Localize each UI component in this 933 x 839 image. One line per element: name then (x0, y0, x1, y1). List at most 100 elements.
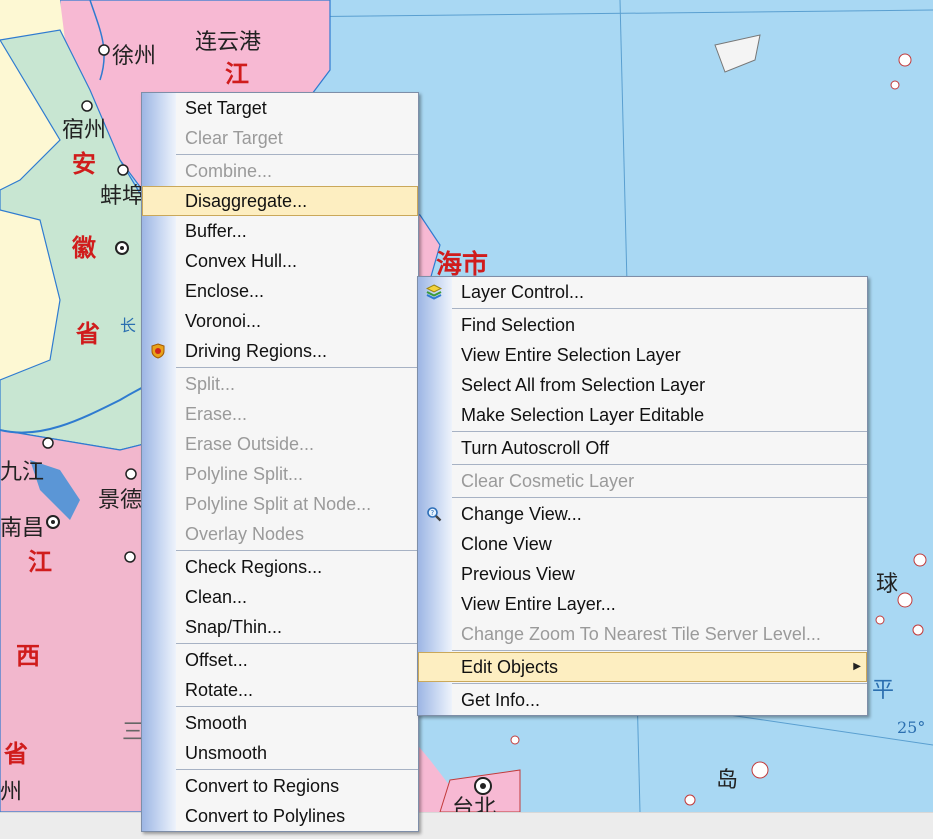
menu-item-label: Offset... (185, 650, 248, 670)
map-label-jiangsu-jiang: 江 (225, 59, 249, 88)
map-label-ping: 平 (872, 678, 895, 703)
menu-item-view-entire-layer[interactable]: View Entire Layer... (418, 589, 867, 619)
map-label-xuzhou: 徐州 (112, 44, 157, 69)
map-label-jiangxi-jiang: 江 (28, 547, 52, 576)
menu-item-label: Previous View (461, 564, 575, 584)
map-label-anhui-sheng: 省 (76, 319, 100, 348)
menu-item-label: Split... (185, 374, 236, 394)
map-label-qiu: 球 (876, 572, 899, 597)
menu-item-edit-objects[interactable]: Edit Objects ▶ (418, 652, 867, 682)
menu-item-convert-to-polylines[interactable]: Convert to Polylines (142, 801, 418, 831)
menu-item-label: Convert to Polylines (185, 806, 346, 826)
menu-item-label: View Entire Selection Layer (461, 345, 681, 365)
menu-item-convert-to-regions[interactable]: Convert to Regions (142, 771, 418, 801)
map-label-anhui-hui: 徽 (72, 233, 96, 262)
menu-item-label: Driving Regions... (185, 341, 328, 361)
menu-item-select-all-from-selection-layer[interactable]: Select All from Selection Layer (418, 370, 867, 400)
menu-item-label: Unsmooth (185, 743, 268, 763)
menu-item-change-zoom-to-nearest-tile-server-level: Change Zoom To Nearest Tile Server Level… (418, 619, 867, 649)
menu-item-clear-cosmetic-layer: Clear Cosmetic Layer (418, 466, 867, 496)
menu-item-convex-hull[interactable]: Convex Hull... (142, 246, 418, 276)
menu-item-find-selection[interactable]: Find Selection (418, 310, 867, 340)
map-label-jiangxi-sheng: 省 (4, 739, 28, 768)
menu-item-label: Select All from Selection Layer (461, 375, 706, 395)
menu-item-layer-control[interactable]: Layer Control... (418, 277, 867, 307)
menu-item-label: Overlay Nodes (185, 524, 305, 544)
menu-item-change-view[interactable]: ? Change View... (418, 499, 867, 529)
menu-item-label: Layer Control... (461, 282, 585, 302)
menu-item-label: Enclose... (185, 281, 265, 301)
menu-item-make-selection-layer-editable[interactable]: Make Selection Layer Editable (418, 400, 867, 430)
menu-item-offset[interactable]: Offset... (142, 645, 418, 675)
map-label-jingde: 景德 (98, 488, 143, 513)
menu-item-label: Clear Target (185, 128, 283, 148)
menu-item-combine: Combine... (142, 156, 418, 186)
menu-item-label: Buffer... (185, 221, 247, 241)
menu-item-polyline-split: Polyline Split... (142, 459, 418, 489)
status-bar (0, 812, 933, 839)
menu-item-driving-regions[interactable]: Driving Regions... (142, 336, 418, 366)
svg-text:?: ? (431, 509, 435, 517)
menu-item-rotate[interactable]: Rotate... (142, 675, 418, 705)
map-label-lat25: 25° (897, 718, 926, 737)
map-context-submenu: Layer Control... Find Selection View Entir… (417, 276, 868, 716)
menu-item-snap-thin[interactable]: Snap/Thin... (142, 612, 418, 642)
menu-item-label: Rotate... (185, 680, 254, 700)
menu-item-voronoi[interactable]: Voronoi... (142, 306, 418, 336)
map-label-taibei: 台北 (452, 796, 497, 812)
menu-item-label: Voronoi... (185, 311, 262, 331)
menu-item-label: Smooth (185, 713, 248, 733)
menu-item-erase-outside: Erase Outside... (142, 429, 418, 459)
menu-item-label: Snap/Thin... (185, 617, 283, 637)
map-label-suzhou: 宿州 (62, 118, 107, 143)
menu-item-overlay-nodes: Overlay Nodes (142, 519, 418, 549)
menu-item-label: Change View... (461, 504, 582, 524)
menu-item-label: Clear Cosmetic Layer (461, 471, 635, 491)
menu-item-disaggregate[interactable]: Disaggregate... (142, 186, 418, 216)
menu-item-label: View Entire Layer... (461, 594, 616, 614)
menu-item-get-info[interactable]: Get Info... (418, 685, 867, 715)
map-label-nanchang: 南昌 (0, 516, 45, 541)
menu-item-label: Turn Autoscroll Off (461, 438, 610, 458)
menu-item-buffer[interactable]: Buffer... (142, 216, 418, 246)
menu-item-label: Make Selection Layer Editable (461, 405, 705, 425)
map-label-zhou: 州 (0, 780, 23, 805)
submenu-arrow-icon: ▶ (853, 661, 861, 672)
menu-item-label: Set Target (185, 98, 267, 118)
menu-item-label: Clone View (461, 534, 552, 554)
menu-item-clone-view[interactable]: Clone View (418, 529, 867, 559)
menu-item-set-target[interactable]: Set Target (142, 93, 418, 123)
menu-item-previous-view[interactable]: Previous View (418, 559, 867, 589)
menu-item-view-entire-selection-layer[interactable]: View Entire Selection Layer (418, 340, 867, 370)
map-label-bengbu: 蚌埠 (100, 184, 145, 209)
menu-item-polyline-split-at-node: Polyline Split at Node... (142, 489, 418, 519)
menu-item-label: Convert to Regions (185, 776, 340, 796)
map-label-chang: 长 (120, 316, 137, 335)
menu-item-label: Convex Hull... (185, 251, 298, 271)
menu-item-label: Polyline Split at Node... (185, 494, 372, 514)
map-label-anhui-an: 安 (72, 149, 96, 178)
menu-item-unsmooth[interactable]: Unsmooth (142, 738, 418, 768)
map-label-jiangxi-xi: 西 (16, 641, 40, 670)
menu-item-label: Combine... (185, 161, 273, 181)
menu-item-label: Erase Outside... (185, 434, 315, 454)
menu-item-enclose[interactable]: Enclose... (142, 276, 418, 306)
menu-item-split: Split... (142, 369, 418, 399)
map-label-lianyungang: 连云港 (195, 30, 262, 55)
menu-item-label: Find Selection (461, 315, 576, 335)
menu-item-label: Get Info... (461, 690, 541, 710)
menu-item-label: Erase... (185, 404, 248, 424)
menu-item-erase: Erase... (142, 399, 418, 429)
menu-item-label: Disaggregate... (185, 191, 308, 211)
menu-item-smooth[interactable]: Smooth (142, 708, 418, 738)
menu-item-clean[interactable]: Clean... (142, 582, 418, 612)
context-menu: Set Target Clear Target Combine... Disaggre… (141, 92, 419, 832)
menu-item-label: Clean... (185, 587, 248, 607)
menu-item-check-regions[interactable]: Check Regions... (142, 552, 418, 582)
menu-item-label: Check Regions... (185, 557, 323, 577)
map-label-jiujiang: 九江 (0, 460, 45, 485)
menu-item-label: Polyline Split... (185, 464, 304, 484)
map-label-dao: 岛 (716, 768, 739, 793)
menu-item-turn-autoscroll-off[interactable]: Turn Autoscroll Off (418, 433, 867, 463)
menu-item-clear-target: Clear Target (142, 123, 418, 153)
